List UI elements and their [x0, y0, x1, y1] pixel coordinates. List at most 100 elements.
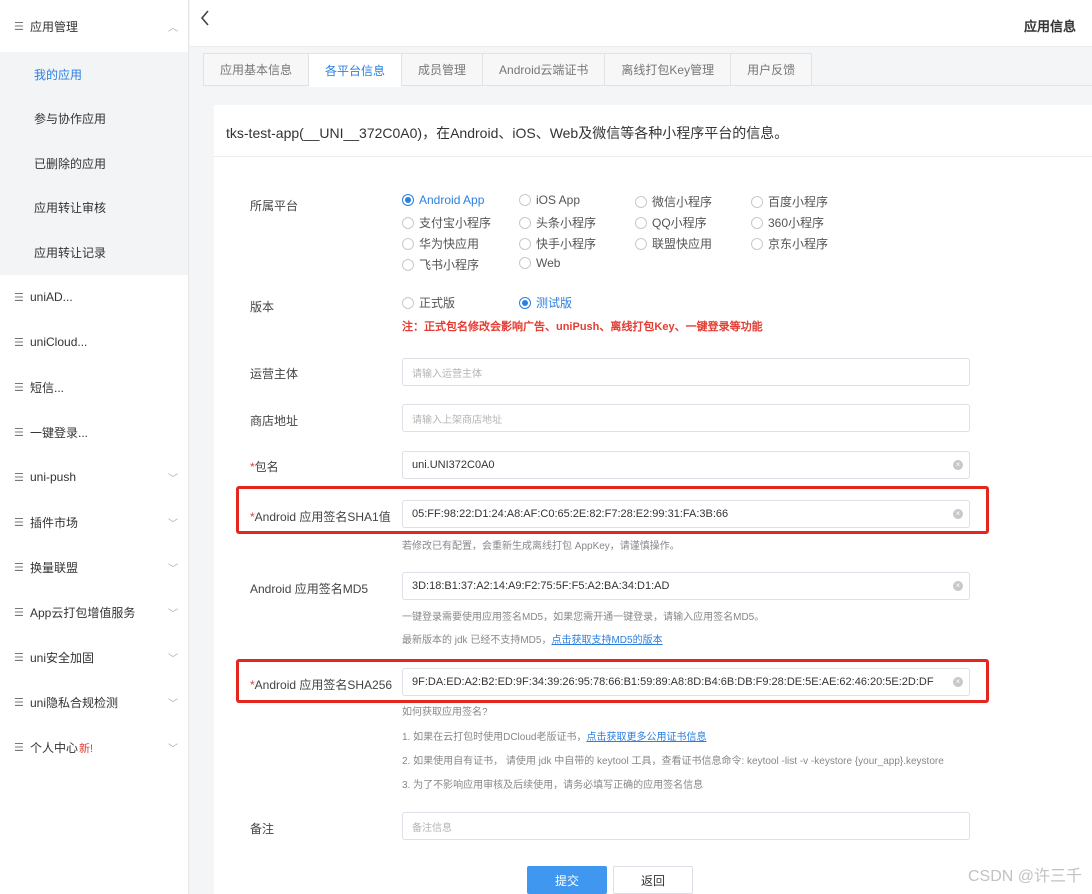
sidebar-item-my-apps[interactable]: 我的应用 [0, 52, 188, 97]
chevron-down-icon: ﹀ [168, 563, 178, 575]
md5-hint-1: 一键登录需要使用应用签名MD5，如果您需开通一键登录，请输入应用签名MD5。 [402, 612, 765, 623]
tab-platform-info[interactable]: 各平台信息 [308, 53, 402, 87]
sidebar-item-transfer-review[interactable]: 应用转让审核 [0, 186, 188, 231]
sha256-label-text: Android 应用签名SHA256 [254, 678, 393, 692]
clear-icon[interactable]: × [953, 581, 963, 591]
radio-toutiao[interactable]: 头条小程序 [519, 214, 596, 231]
version-warning: 注：正式包名修改会影响广告、uniPush、离线打包Key、一键登录等功能 [402, 321, 763, 333]
chevron-up-icon: ︿ [168, 22, 178, 34]
sidebar-group-app-management[interactable]: ☰ 应用管理 ︿ [0, 0, 188, 52]
page-title: 应用信息 [1023, 19, 1076, 34]
tab-feedback[interactable]: 用户反馈 [730, 53, 813, 86]
radio-android-app[interactable]: Android App [402, 193, 484, 207]
chevron-down-icon: ﹀ [168, 743, 178, 755]
md5-value: 3D:18:B1:37:A2:14:A9:F2:75:5F:F5:A2:BA:3… [412, 580, 670, 592]
menu-lines-icon: ☰ [14, 561, 24, 574]
remark-placeholder: 备注信息 [412, 822, 452, 834]
radio-label: 华为快应用 [419, 237, 480, 251]
sidebar-item-uni-push[interactable]: ☰ uni-push ﹀ [0, 455, 188, 500]
sidebar-item-transfer-log[interactable]: 应用转让记录 [0, 230, 188, 275]
radio-label: 支付宝小程序 [419, 216, 492, 230]
sidebar-item-cloud-build[interactable]: ☰ App云打包增值服务 ﹀ [0, 590, 188, 635]
sidebar-item-label: 短信... [30, 380, 65, 395]
chevron-down-icon: ﹀ [168, 698, 178, 710]
store-url-input[interactable]: 请输入上架商店地址 [402, 404, 970, 432]
remark-label: 备注 [250, 822, 275, 836]
menu-lines-icon: ☰ [14, 516, 24, 529]
sidebar-item-privacy-check[interactable]: ☰ uni隐私合规检测 ﹀ [0, 680, 188, 725]
clear-icon[interactable]: × [953, 677, 963, 687]
back-button[interactable]: 返回 [613, 866, 693, 894]
tab-offline-key[interactable]: 离线打包Key管理 [604, 53, 731, 86]
divider [214, 156, 1092, 157]
radio-release[interactable]: 正式版 [402, 294, 455, 311]
radio-label: 京东小程序 [768, 237, 829, 251]
sidebar-item-label: 一键登录... [30, 425, 89, 440]
menu-lines-icon: ☰ [14, 471, 24, 484]
sidebar-item-label: uniAD... [30, 290, 73, 304]
sidebar-item-deleted-apps[interactable]: 已删除的应用 [0, 141, 188, 186]
sha256-help-1: 1. 如果在云打包时使用DCloud老版证书，点击获取更多公用证书信息 [402, 728, 706, 743]
radio-huawei-quickapp[interactable]: 华为快应用 [402, 235, 479, 252]
tab-basic-info[interactable]: 应用基本信息 [203, 53, 309, 86]
sha256-help-3: 3. 为了不影响应用审核及后续使用，请务必填写正确的应用签名信息 [402, 780, 704, 791]
radio-label: 微信小程序 [652, 195, 713, 209]
sha256-input[interactable]: 9F:DA:ED:A2:B2:ED:9F:34:39:26:95:78:66:B… [402, 668, 970, 696]
menu-lines-icon: ☰ [14, 696, 24, 709]
sidebar-item-plugin-market[interactable]: ☰ 插件市场 ﹀ [0, 500, 188, 545]
sidebar-item-one-click-login[interactable]: ☰ 一键登录... [0, 410, 188, 455]
radio-360[interactable]: 360小程序 [751, 214, 824, 231]
radio-feishu[interactable]: 飞书小程序 [402, 256, 479, 273]
radio-union-quickapp[interactable]: 联盟快应用 [635, 235, 712, 252]
sidebar: ☰ 应用管理 ︿ 我的应用 参与协作应用 已删除的应用 应用转让审核 应用转让记… [0, 0, 189, 894]
sidebar-item-uni-security[interactable]: ☰ uni安全加固 ﹀ [0, 635, 188, 680]
radio-dot [402, 237, 414, 250]
sidebar-item-sms[interactable]: ☰ 短信... [0, 365, 188, 410]
sha1-input[interactable]: 05:FF:98:22:D1:24:A8:AF:C0:65:2E:82:F7:2… [402, 500, 970, 528]
radio-dot [402, 194, 414, 206]
radio-weixin[interactable]: 微信小程序 [635, 193, 712, 210]
package-label-text: 包名 [254, 460, 279, 474]
radio-jd[interactable]: 京东小程序 [751, 235, 828, 252]
platform-label: 所属平台 [250, 199, 299, 213]
clear-icon[interactable]: × [953, 460, 963, 470]
radio-kuaishou[interactable]: 快手小程序 [519, 235, 596, 252]
radio-ios-app[interactable]: iOS App [519, 193, 580, 207]
md5-input[interactable]: 3D:18:B1:37:A2:14:A9:F2:75:5F:F5:A2:BA:3… [402, 572, 970, 600]
remark-input[interactable]: 备注信息 [402, 812, 970, 840]
menu-lines-icon: ☰ [14, 426, 24, 439]
clear-icon[interactable]: × [953, 509, 963, 519]
chevron-left-icon[interactable] [200, 10, 214, 32]
sidebar-group-label: 应用管理 [30, 19, 79, 34]
sidebar-item-label: uni隐私合规检测 [30, 695, 119, 710]
radio-dot [751, 195, 763, 208]
radio-alipay[interactable]: 支付宝小程序 [402, 214, 491, 231]
sha1-value: 05:FF:98:22:D1:24:A8:AF:C0:65:2E:82:F7:2… [412, 508, 729, 520]
radio-dot [751, 216, 763, 229]
md5-version-link[interactable]: 点击获取支持MD5的版本 [551, 635, 662, 646]
sidebar-item-personal-center[interactable]: ☰ 个人中心新! ﹀ [0, 725, 188, 770]
radio-label: iOS App [536, 193, 581, 207]
radio-baidu[interactable]: 百度小程序 [751, 193, 828, 210]
operator-placeholder: 请输入运营主体 [412, 368, 482, 380]
radio-test[interactable]: 测试版 [519, 294, 572, 311]
tab-members[interactable]: 成员管理 [401, 53, 483, 86]
radio-label: 联盟快应用 [652, 237, 713, 251]
radio-label: QQ小程序 [652, 216, 707, 230]
sidebar-item-uniad[interactable]: ☰ uniAD... [0, 275, 188, 320]
sidebar-item-unicloud[interactable]: ☰ uniCloud... [0, 320, 188, 365]
menu-lines-icon: ☰ [14, 336, 24, 349]
operator-input[interactable]: 请输入运营主体 [402, 358, 970, 386]
sha256-label: *Android 应用签名SHA256 [250, 676, 392, 693]
menu-lines-icon: ☰ [14, 741, 24, 754]
sha256-help-title: 如何获取应用签名? [402, 707, 488, 718]
radio-web[interactable]: Web [519, 256, 560, 270]
submit-button[interactable]: 提交 [527, 866, 607, 894]
radio-dot [402, 296, 414, 309]
tab-android-cert[interactable]: Android云端证书 [482, 53, 605, 86]
sidebar-item-collab-apps[interactable]: 参与协作应用 [0, 97, 188, 142]
package-input[interactable]: uni.UNI372C0A0 × [402, 451, 970, 479]
radio-qq[interactable]: QQ小程序 [635, 214, 707, 231]
sidebar-item-traffic-alliance[interactable]: ☰ 换量联盟 ﹀ [0, 545, 188, 590]
public-cert-link[interactable]: 点击获取更多公用证书信息 [586, 732, 706, 743]
